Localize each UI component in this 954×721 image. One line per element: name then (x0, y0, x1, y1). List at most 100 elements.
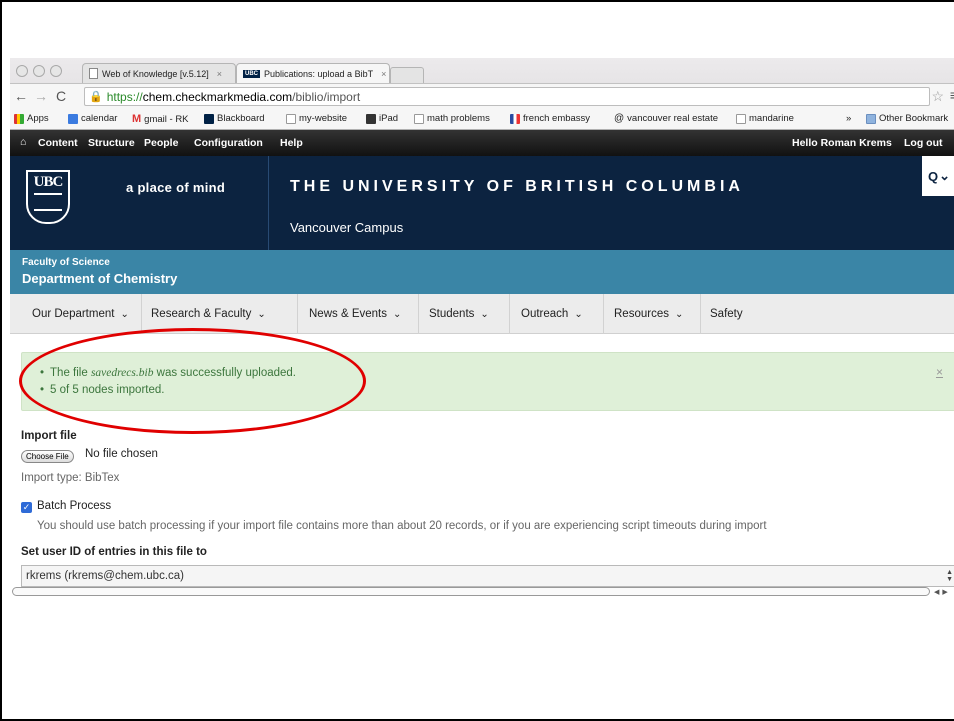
bookmark-french-embassy[interactable]: french embassy (510, 113, 590, 124)
back-icon[interactable]: ← (14, 88, 28, 104)
ubc-icon (204, 113, 214, 124)
bookmarks-bar: Apps calendar Mgmail - RK Blackboard my-… (10, 108, 954, 130)
search-toggle-button[interactable]: Q ⌄ (922, 156, 954, 196)
status-upload-line: The file savedrecs.bib was successfully … (40, 365, 296, 382)
browser-chrome: Web of Knowledge [v.5.12] × UBC Publicat… (10, 58, 954, 130)
nav-research-faculty[interactable]: Research & Faculty ⌄ (151, 294, 266, 334)
nav-divider (141, 294, 142, 334)
lock-icon: 🔒 (89, 91, 103, 103)
close-window-icon[interactable] (16, 65, 28, 77)
tab-publications-upload[interactable]: UBC Publications: upload a BibT × (236, 63, 390, 83)
horizontal-scrollbar[interactable]: ◀ ▶ (12, 586, 954, 597)
faculty-link[interactable]: Faculty of Science (22, 257, 110, 268)
ubc-icon: UBC (243, 69, 260, 78)
bookmark-blackboard[interactable]: Blackboard (204, 113, 265, 124)
at-icon: @ (614, 113, 625, 124)
chevron-down-icon: ⌄ (574, 308, 583, 320)
nav-students[interactable]: Students ⌄ (429, 294, 489, 334)
admin-item-help[interactable]: Help (280, 137, 303, 149)
logout-link[interactable]: Log out (904, 137, 942, 149)
scroll-right-icon[interactable]: ▶ (942, 588, 947, 596)
bookmark-my-website[interactable]: my-website (286, 113, 347, 124)
choose-file-button[interactable]: Choose File (21, 450, 74, 463)
nav-safety[interactable]: Safety (710, 294, 743, 334)
admin-item-configuration[interactable]: Configuration (194, 137, 263, 149)
menu-icon[interactable]: ≡ (950, 87, 954, 103)
document-icon (736, 113, 746, 124)
bookmark-apps[interactable]: Apps (14, 113, 49, 124)
status-import-count: 5 of 5 nodes imported. (40, 382, 296, 399)
scrollbar-buttons[interactable]: ◀ ▶ (930, 586, 954, 597)
minimize-window-icon[interactable] (33, 65, 45, 77)
bookmark-gmail[interactable]: Mgmail - RK (132, 113, 189, 125)
forward-icon[interactable]: → (34, 88, 48, 104)
flag-icon (510, 113, 520, 124)
nav-divider (603, 294, 604, 334)
bookmark-vancouver-real-estate[interactable]: @ vancouver real estate (614, 113, 718, 124)
scrollbar-track[interactable] (12, 587, 930, 596)
import-file-label: Import file (21, 430, 77, 442)
crest-waves-icon (34, 193, 62, 211)
bookmark-calendar[interactable]: calendar (68, 113, 117, 124)
nav-outreach[interactable]: Outreach ⌄ (521, 294, 583, 334)
nav-resources[interactable]: Resources ⌄ (614, 294, 683, 334)
admin-item-structure[interactable]: Structure (88, 137, 135, 149)
main-nav: Our Department ⌄ Research & Faculty ⌄ News… (10, 294, 954, 334)
campus-name[interactable]: Vancouver Campus (290, 220, 403, 235)
faculty-band: Faculty of Science Department of Chemist… (10, 250, 954, 294)
bookmark-star-icon[interactable]: ☆ (931, 88, 944, 105)
document-icon (286, 113, 296, 124)
nav-divider (418, 294, 419, 334)
nav-news-events[interactable]: News & Events ⌄ (309, 294, 401, 334)
close-tab-icon[interactable]: × (381, 69, 386, 79)
ubc-header: UBC a place of mind THE UNIVERSITY OF BR… (10, 156, 954, 250)
chevron-down-icon: ⌄ (939, 168, 951, 183)
nav-divider (509, 294, 510, 334)
scroll-left-icon[interactable]: ◀ (934, 588, 939, 596)
user-id-select[interactable]: rkrems (rkrems@chem.ubc.ca) ▲ ▼ (21, 565, 954, 587)
admin-item-people[interactable]: People (144, 137, 178, 149)
maximize-window-icon[interactable] (50, 65, 62, 77)
reload-icon[interactable]: C (56, 88, 66, 104)
uploaded-file-name: savedrecs.bib (90, 367, 154, 379)
nav-divider (297, 294, 298, 334)
home-icon[interactable]: ⌂ (20, 136, 26, 148)
bookmark-other[interactable]: Other Bookmark (866, 113, 948, 124)
batch-process-label[interactable]: Batch Process (37, 500, 111, 512)
ubc-crest-logo[interactable]: UBC (26, 170, 70, 224)
bookmark-ipad[interactable]: iPad (366, 113, 398, 124)
admin-toolbar: ⌂ Content Structure People Configuration… (10, 130, 954, 156)
bookmarks-overflow[interactable]: » (846, 113, 851, 124)
admin-item-content[interactable]: Content (38, 137, 78, 149)
close-icon[interactable]: × (936, 365, 943, 379)
address-bar[interactable]: 🔒 https://chem.checkmarkmedia.com/biblio… (84, 87, 930, 106)
university-name[interactable]: THE UNIVERSITY OF BRITISH COLUMBIA (290, 178, 744, 196)
document-icon (89, 68, 98, 79)
calendar-icon (68, 113, 78, 124)
search-icon: Q (927, 168, 939, 184)
url-row: ← → C 🔒 https://chem.checkmarkmedia.com/… (10, 83, 954, 108)
chevron-down-icon: ⌄ (120, 308, 129, 320)
gmail-icon: M (132, 113, 142, 125)
new-tab-button[interactable] (390, 67, 424, 83)
close-tab-icon[interactable]: × (217, 69, 222, 79)
tagline: a place of mind (126, 180, 226, 195)
nav-our-department[interactable]: Our Department ⌄ (32, 294, 129, 334)
chevron-down-icon: ⌄ (257, 308, 266, 320)
apps-icon (14, 113, 24, 124)
bookmark-mandarine[interactable]: mandarine (736, 113, 794, 124)
admin-greeting[interactable]: Hello Roman Krems (792, 137, 892, 149)
department-link[interactable]: Department of Chemistry (22, 271, 177, 286)
import-type-text: Import type: BibTex (21, 472, 120, 484)
batch-process-checkbox[interactable]: ✓ (21, 502, 32, 513)
tab-web-of-knowledge[interactable]: Web of Knowledge [v.5.12] × (82, 63, 236, 83)
select-arrows-icon: ▲ ▼ (946, 569, 953, 583)
screenshot-frame: Web of Knowledge [v.5.12] × UBC Publicat… (0, 0, 954, 721)
chevron-down-icon: ⌄ (674, 308, 684, 320)
status-message: The file savedrecs.bib was successfully … (21, 352, 954, 411)
no-file-text: No file chosen (85, 448, 158, 460)
bookmark-math-problems[interactable]: math problems (414, 113, 490, 124)
ipad-icon (366, 113, 376, 124)
window-controls (16, 65, 62, 77)
chevron-down-icon: ⌄ (480, 308, 489, 320)
